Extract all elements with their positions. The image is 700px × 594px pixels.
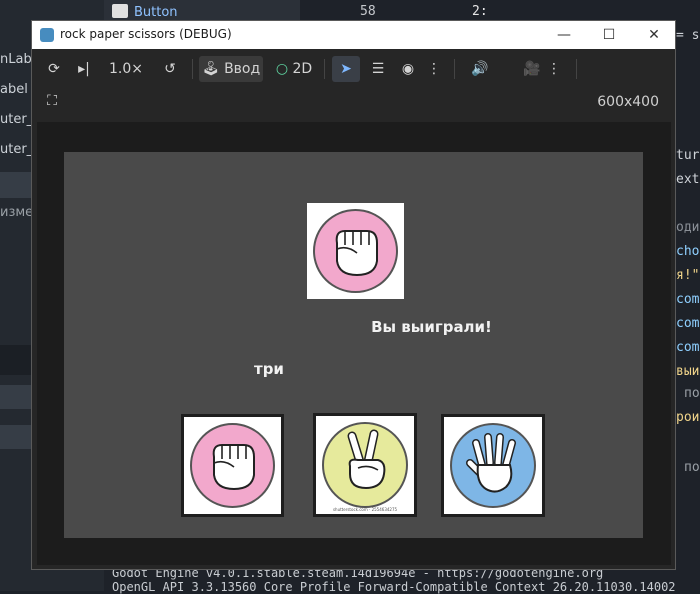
paper-button[interactable] <box>441 414 545 517</box>
code-line: оди <box>676 220 700 235</box>
result-text: Вы выиграли! <box>371 318 492 336</box>
mode-2d-label: 2D <box>292 61 313 77</box>
scissors-button[interactable]: shutterstock.com · 2554634275 <box>313 413 417 517</box>
fist-icon <box>212 444 255 491</box>
joystick-icon: 🕹 <box>201 61 220 77</box>
game-area: Вы выиграли! три shutterstock.com · 2554… <box>64 152 643 538</box>
node-button[interactable]: Button <box>112 4 178 20</box>
toolbar-separator <box>192 59 193 79</box>
godot-logo-icon <box>40 28 54 42</box>
code-line: по <box>684 460 700 475</box>
minimize-button[interactable]: — <box>549 25 579 45</box>
remote-debug-icon[interactable]: ⟳ <box>42 56 66 82</box>
more-options-icon-2[interactable]: ⋮ <box>546 56 562 82</box>
select-cursor-icon[interactable]: ➤ <box>332 56 360 82</box>
code-line: ext <box>676 172 700 187</box>
code-fragment: 2: <box>472 4 488 19</box>
code-line: я!" <box>676 268 700 283</box>
code-line: рои <box>676 410 700 425</box>
rock-button[interactable] <box>181 414 284 517</box>
close-button[interactable]: ✕ <box>639 25 669 45</box>
list-select-icon[interactable]: ☰ <box>366 56 390 82</box>
fist-icon <box>335 230 378 277</box>
code-line: = s <box>676 28 700 43</box>
toolbar-separator <box>324 59 325 79</box>
camera-icon[interactable]: 🎥 <box>520 56 544 82</box>
window-titlebar[interactable]: rock paper scissors (DEBUG) — ☐ ✕ <box>32 21 675 49</box>
console-line: OpenGL API 3.3.13560 Core Profile Forwar… <box>112 580 676 594</box>
code-line: tur <box>676 148 700 163</box>
code-line: com <box>676 292 700 307</box>
peace-hand-icon <box>347 429 386 490</box>
tree-item-label: nLab <box>0 52 32 67</box>
step-frame-icon[interactable]: ▸| <box>72 56 96 82</box>
line-number: 58 <box>360 4 376 19</box>
code-line: по <box>684 386 700 401</box>
open-hand-icon <box>466 433 516 493</box>
window-title: rock paper scissors (DEBUG) <box>60 27 232 41</box>
inspector-label-text: изме <box>0 205 34 220</box>
code-line: com <box>676 340 700 355</box>
eye-icon[interactable]: ◉ <box>396 56 420 82</box>
code-line: cho <box>676 244 700 259</box>
computer-choice-card <box>307 203 404 299</box>
reset-speed-icon[interactable]: ↺ <box>158 56 182 82</box>
input-label: Ввод <box>224 61 261 77</box>
ring-icon: ○ <box>275 61 289 77</box>
more-options-icon[interactable]: ⋮ <box>426 56 442 82</box>
game-viewport: Вы выиграли! три shutterstock.com · 2554… <box>37 122 671 565</box>
debug-toolbar: ⟳ ▸| 1.0× ↺ 🕹 Ввод ○ 2D ➤ ☰ ◉ ⋮ 🔊 🎥 ⋮ ⛶ <box>32 49 675 121</box>
toolbar-separator <box>576 59 577 79</box>
code-line: выи <box>676 364 700 379</box>
game-window: rock paper scissors (DEBUG) — ☐ ✕ ⟳ ▸| 1… <box>31 20 676 570</box>
node-button-label: Button <box>134 5 178 20</box>
speed-button[interactable]: 1.0× <box>106 56 146 82</box>
fullscreen-icon[interactable]: ⛶ <box>40 88 64 114</box>
toolbar-separator <box>454 59 455 79</box>
watermark: shutterstock.com · 2554634275 <box>332 507 398 512</box>
mode-2d-button[interactable]: ○ 2D <box>272 56 316 82</box>
input-toggle-button[interactable]: 🕹 Ввод <box>199 56 263 82</box>
maximize-button[interactable]: ☐ <box>594 25 624 45</box>
countdown-text: три <box>254 360 284 378</box>
tree-item-label: abel <box>0 82 28 97</box>
resolution-label: 600x400 <box>597 94 659 110</box>
speaker-icon[interactable]: 🔊 <box>468 56 492 82</box>
doc-icon <box>112 4 128 18</box>
